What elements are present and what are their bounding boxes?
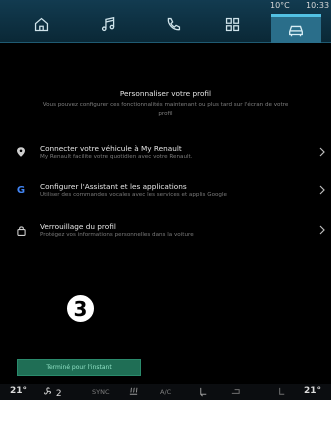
list-item-google-assistant[interactable]: G Configurer l'Assistant et les applicat…	[16, 182, 326, 206]
seat-right-button[interactable]	[276, 386, 287, 400]
item-title: Connecter votre véhicule à My Renault	[40, 144, 182, 153]
climate-bar: 21° 2 SYNC A/C 21°	[0, 384, 331, 400]
fan-level: 2	[55, 389, 62, 399]
item-subtitle: Protégez vos informations personnelles d…	[40, 232, 194, 238]
item-title: Verrouillage du profil	[40, 222, 116, 231]
lock-icon	[16, 225, 26, 237]
infotainment-screen: 10°C 10:33 Personnaliser votre profil Vo…	[0, 0, 331, 400]
tab-home[interactable]	[19, 10, 63, 38]
chevron-right-icon	[319, 225, 325, 235]
chevron-right-icon	[319, 185, 325, 195]
car-icon	[289, 25, 303, 37]
item-title: Configurer l'Assistant et les applicatio…	[40, 182, 187, 191]
music-icon	[101, 16, 114, 31]
apps-grid-icon	[225, 17, 239, 31]
top-navigation-bar: 10°C 10:33	[0, 0, 331, 43]
list-item-profile-lock[interactable]: Verrouillage du profil Protégez vos info…	[16, 222, 326, 246]
location-pin-icon	[16, 147, 26, 159]
callout-leader-line	[80, 323, 82, 361]
item-subtitle: My Renault facilite votre quotidien avec…	[40, 154, 193, 160]
defrost-rear-button[interactable]	[128, 386, 139, 400]
fan-icon	[44, 387, 52, 395]
tab-apps[interactable]	[210, 10, 254, 38]
callout-number-badge: 3	[65, 293, 96, 324]
clock: 10:33	[306, 1, 330, 10]
phone-icon	[167, 17, 180, 30]
page-title: Personnaliser votre profil	[119, 89, 212, 98]
manual-figure: 10°C 10:33 Personnaliser votre profil Vo…	[0, 0, 331, 421]
outside-temperature: 10°C	[270, 1, 290, 10]
google-icon: G	[16, 185, 26, 196]
item-subtitle: Utiliser des commandes vocales avec les …	[40, 192, 227, 198]
left-temperature[interactable]: 21°	[10, 386, 27, 396]
tab-phone[interactable]	[151, 10, 195, 38]
seat-icon	[279, 387, 285, 395]
home-icon	[34, 17, 48, 31]
recirculation-icon	[231, 389, 240, 394]
sync-button[interactable]: SYNC	[92, 388, 110, 396]
tab-music[interactable]	[86, 10, 130, 38]
page-subtitle: Vous pouvez configurer ces fonctionnalit…	[42, 102, 289, 117]
seat-heat-button[interactable]	[198, 386, 209, 400]
seat-heat-icon	[200, 387, 207, 397]
fan-speed[interactable]: 2	[42, 386, 62, 399]
done-for-now-button[interactable]: Terminé pour l'instant	[17, 359, 141, 376]
right-temperature[interactable]: 21°	[304, 386, 321, 396]
ac-button[interactable]: A/C	[160, 388, 171, 396]
chevron-right-icon	[319, 147, 325, 157]
recirculation-button[interactable]	[230, 386, 241, 400]
defrost-icon	[129, 387, 138, 395]
tab-vehicle[interactable]	[271, 14, 321, 43]
list-item-my-renault[interactable]: Connecter votre véhicule à My Renault My…	[16, 144, 326, 168]
